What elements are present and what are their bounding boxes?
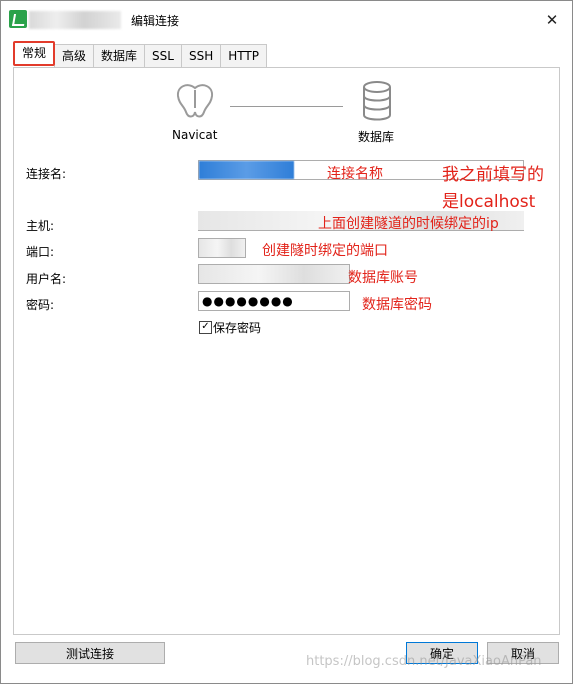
port-annotation: 创建隧时绑定的端口: [262, 243, 388, 259]
close-button[interactable]: ✕: [539, 7, 565, 33]
navicat-app-icon: [9, 10, 27, 28]
edit-connection-dialog: 编辑连接 ✕ 常规 高级 数据库 SSL SSH HTTP Navicat 数据…: [0, 0, 573, 684]
tab-ssh[interactable]: SSH: [180, 44, 222, 67]
host-annotation: 上面创建隧道的时候绑定的ip: [318, 216, 499, 232]
password-label: 密码:: [26, 298, 55, 312]
tab-databases[interactable]: 数据库: [93, 44, 146, 67]
connection-name-annotation: 连接名称: [327, 166, 383, 182]
connection-name-selected-value: [199, 161, 294, 179]
password-input[interactable]: ●●●●●●●●: [198, 291, 350, 311]
port-label: 端口:: [26, 245, 55, 259]
blurred-connection-name: [29, 11, 121, 29]
navicat-label: Navicat: [172, 128, 218, 142]
connection-name-label: 连接名:: [26, 167, 67, 181]
title-bar: 编辑连接 ✕: [1, 1, 572, 39]
csdn-watermark: https://blog.csdn.net/JavaXiaoAnPan: [306, 654, 542, 669]
tab-ssl[interactable]: SSL: [144, 44, 182, 67]
tab-http[interactable]: HTTP: [220, 44, 267, 67]
test-connection-button[interactable]: 测试连接: [15, 642, 165, 664]
port-input[interactable]: [198, 238, 246, 258]
note-annotation-line1: 我之前填写的: [442, 165, 544, 185]
navicat-logo-icon: [176, 84, 214, 118]
username-annotation: 数据库账号: [348, 270, 418, 286]
save-password-checkbox[interactable]: ✓: [199, 321, 212, 334]
general-panel: Navicat 数据库 连接名: 连接名称 我之前填写的 是localhost …: [13, 67, 560, 635]
tab-advanced[interactable]: 高级: [54, 44, 95, 67]
password-annotation: 数据库密码: [362, 297, 432, 313]
database-label: 数据库: [358, 130, 395, 144]
username-input[interactable]: [198, 264, 350, 284]
tab-bar: 常规 高级 数据库 SSL SSH HTTP: [13, 41, 267, 68]
username-label: 用户名:: [26, 272, 67, 286]
host-label: 主机:: [26, 219, 55, 233]
tab-general[interactable]: 常规: [13, 41, 56, 66]
connection-line: [230, 106, 343, 107]
save-password-label: 保存密码: [213, 321, 262, 335]
note-annotation-line2: 是localhost: [442, 192, 536, 212]
window-title: 编辑连接: [131, 14, 180, 28]
database-icon: [363, 81, 391, 121]
